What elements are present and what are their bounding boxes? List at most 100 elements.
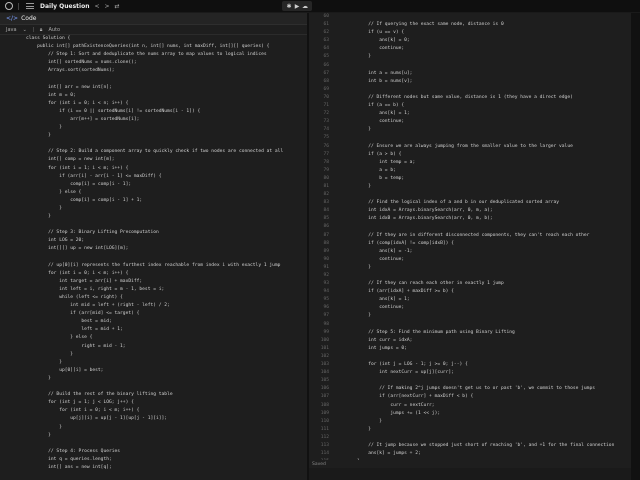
code-line[interactable]: } <box>0 432 307 440</box>
code-line[interactable] <box>0 440 307 448</box>
code-line[interactable]: 90 continue; <box>309 256 631 264</box>
code-line[interactable]: if (i == 0 || sortedNums[i] != sortedNum… <box>0 108 307 116</box>
code-line[interactable]: // Step 2: Build a component array to qu… <box>0 148 307 156</box>
code-line[interactable]: 66 <box>309 62 631 70</box>
code-line[interactable]: 88 if (comp[idxA] != comp[idxB]) { <box>309 240 631 248</box>
code-line[interactable]: // Step 3: Binary Lifting Precomputation <box>0 229 307 237</box>
code-line[interactable]: int[][] up = new int[LOG][m]; <box>0 245 307 253</box>
code-line[interactable]: for (int i = 0; i < m; i++) { <box>0 270 307 278</box>
code-line[interactable]: 69 <box>309 86 631 94</box>
code-line[interactable] <box>0 75 307 83</box>
code-line[interactable]: for (int i = 1; i < m; i++) { <box>0 165 307 173</box>
code-editor-left[interactable]: class Solution { public int[] pathExiste… <box>0 35 307 480</box>
code-line[interactable]: 97 } <box>309 312 631 320</box>
next-question-button[interactable]: > <box>105 3 110 10</box>
code-line[interactable]: 78 int temp = a; <box>309 159 631 167</box>
code-line[interactable]: int[] sortedNums = nums.clone(); <box>0 59 307 67</box>
code-line[interactable]: } <box>0 132 307 140</box>
code-line[interactable]: 108 curr = nextCurr; <box>309 402 631 410</box>
code-line[interactable]: 110 } <box>309 418 631 426</box>
code-line[interactable]: } else { <box>0 334 307 342</box>
code-line[interactable]: int mid = left + (right - left) / 2; <box>0 302 307 310</box>
code-line[interactable]: class Solution { <box>0 35 307 43</box>
debug-icon[interactable]: ✱ <box>285 3 293 10</box>
code-line[interactable]: } <box>0 351 307 359</box>
code-line[interactable]: 72 ans[k] = 1; <box>309 110 631 118</box>
code-line[interactable] <box>0 140 307 148</box>
code-line[interactable]: 99 // Step 5: Find the minimum path usin… <box>309 329 631 337</box>
code-line[interactable]: 62 if (u == v) { <box>309 29 631 37</box>
code-line[interactable]: 111 } <box>309 426 631 434</box>
code-line[interactable]: 96 continue; <box>309 304 631 312</box>
menu-icon[interactable] <box>26 3 34 9</box>
code-line[interactable]: } else { <box>0 189 307 197</box>
code-line[interactable]: 81 } <box>309 183 631 191</box>
shuffle-icon[interactable]: ⇄ <box>115 3 120 10</box>
code-line[interactable]: for (int j = 1; j < LOG; j++) { <box>0 399 307 407</box>
code-line[interactable]: 89 ans[k] = -1; <box>309 248 631 256</box>
code-line[interactable]: 91 } <box>309 264 631 272</box>
code-line[interactable]: 68 int b = nums[v]; <box>309 78 631 86</box>
code-line[interactable]: if (arr[mid] <= target) { <box>0 310 307 318</box>
code-line[interactable]: 61 // If querying the exact same node, d… <box>309 21 631 29</box>
code-line[interactable]: 80 b = temp; <box>309 175 631 183</box>
code-line[interactable]: 107 if (arr[nextCurr] + maxDiff < b) { <box>309 393 631 401</box>
code-line[interactable]: best = mid; <box>0 318 307 326</box>
code-line[interactable]: 79 a = b; <box>309 167 631 175</box>
code-line[interactable]: 85 int idxB = Arrays.binarySearch(arr, 0… <box>309 215 631 223</box>
code-line[interactable]: 64 continue; <box>309 45 631 53</box>
code-line[interactable]: // up[0][i] represents the furthest inde… <box>0 262 307 270</box>
code-line[interactable]: } <box>0 205 307 213</box>
code-line[interactable]: // Build the rest of the binary lifting … <box>0 391 307 399</box>
code-line[interactable]: right = mid - 1; <box>0 343 307 351</box>
code-line[interactable]: up[0][i] = best; <box>0 367 307 375</box>
code-line[interactable]: 77 if (a > b) { <box>309 151 631 159</box>
code-line[interactable]: for (int i = 0; i < m; i++) { <box>0 407 307 415</box>
code-line[interactable]: up[j][i] = up[j - 1][up[j - 1][i]]; <box>0 415 307 423</box>
code-line[interactable]: int LOG = 20; <box>0 237 307 245</box>
code-line[interactable]: // Step 4: Process Queries <box>0 448 307 456</box>
code-line[interactable]: 67 int a = nums[u]; <box>309 70 631 78</box>
code-line[interactable]: 87 // If they are in different disconnec… <box>309 232 631 240</box>
code-line[interactable]: 60 <box>309 13 631 21</box>
code-line[interactable]: 83 // Find the logical index of a and b … <box>309 199 631 207</box>
code-line[interactable]: comp[i] = comp[i - 1] + 1; <box>0 197 307 205</box>
tab-code[interactable]: Code <box>21 15 36 22</box>
code-line[interactable]: 100 int curr = idxA; <box>309 337 631 345</box>
code-line[interactable]: 82 <box>309 191 631 199</box>
code-line[interactable]: // Step 1: Sort and deduplicate the nums… <box>0 51 307 59</box>
code-line[interactable]: 75 <box>309 134 631 142</box>
code-line[interactable]: arr[m++] = sortedNums[i]; <box>0 116 307 124</box>
code-line[interactable]: 105 <box>309 377 631 385</box>
app-logo-icon[interactable] <box>5 2 13 10</box>
code-line[interactable]: 76 // Ensure we are always jumping from … <box>309 143 631 151</box>
code-line[interactable]: 95 ans[k] = 1; <box>309 296 631 304</box>
code-line[interactable]: } <box>0 124 307 132</box>
code-line[interactable]: if (arr[i] - arr[i - 1] <= maxDiff) { <box>0 173 307 181</box>
code-line[interactable]: 109 jumps += (1 << j); <box>309 410 631 418</box>
code-line[interactable] <box>0 383 307 391</box>
code-line[interactable]: int left = i, right = m - 1, best = i; <box>0 286 307 294</box>
code-line[interactable]: comp[i] = comp[i - 1]; <box>0 181 307 189</box>
code-line[interactable]: int[] arr = new int[n]; <box>0 84 307 92</box>
code-line[interactable]: 103 for (int j = LOG - 1; j >= 0; j--) { <box>309 361 631 369</box>
code-line[interactable]: } <box>0 359 307 367</box>
run-button[interactable]: ▶ <box>293 3 301 10</box>
code-line[interactable]: Arrays.sort(sortedNums); <box>0 67 307 75</box>
code-line[interactable]: 84 int idxA = Arrays.binarySearch(arr, 0… <box>309 207 631 215</box>
code-line[interactable]: 104 int nextCurr = up[j][curr]; <box>309 369 631 377</box>
code-line[interactable] <box>0 254 307 262</box>
chevron-down-icon[interactable]: ⌄ <box>23 27 27 33</box>
code-editor-right[interactable]: 60 61 // If querying the exact same node,… <box>309 13 631 460</box>
code-line[interactable]: 101 int jumps = 0; <box>309 345 631 353</box>
code-line[interactable]: 92 <box>309 272 631 280</box>
code-line[interactable]: 86 <box>309 223 631 231</box>
code-line[interactable]: 65 } <box>309 53 631 61</box>
code-line[interactable]: 74 } <box>309 126 631 134</box>
code-line[interactable]: for (int i = 0; i < n; i++) { <box>0 100 307 108</box>
code-line[interactable]: 98 <box>309 321 631 329</box>
code-line[interactable]: int m = 0; <box>0 92 307 100</box>
code-line[interactable] <box>0 472 307 480</box>
code-line[interactable]: 70 // Different nodes but same value, di… <box>309 94 631 102</box>
code-line[interactable]: while (left <= right) { <box>0 294 307 302</box>
